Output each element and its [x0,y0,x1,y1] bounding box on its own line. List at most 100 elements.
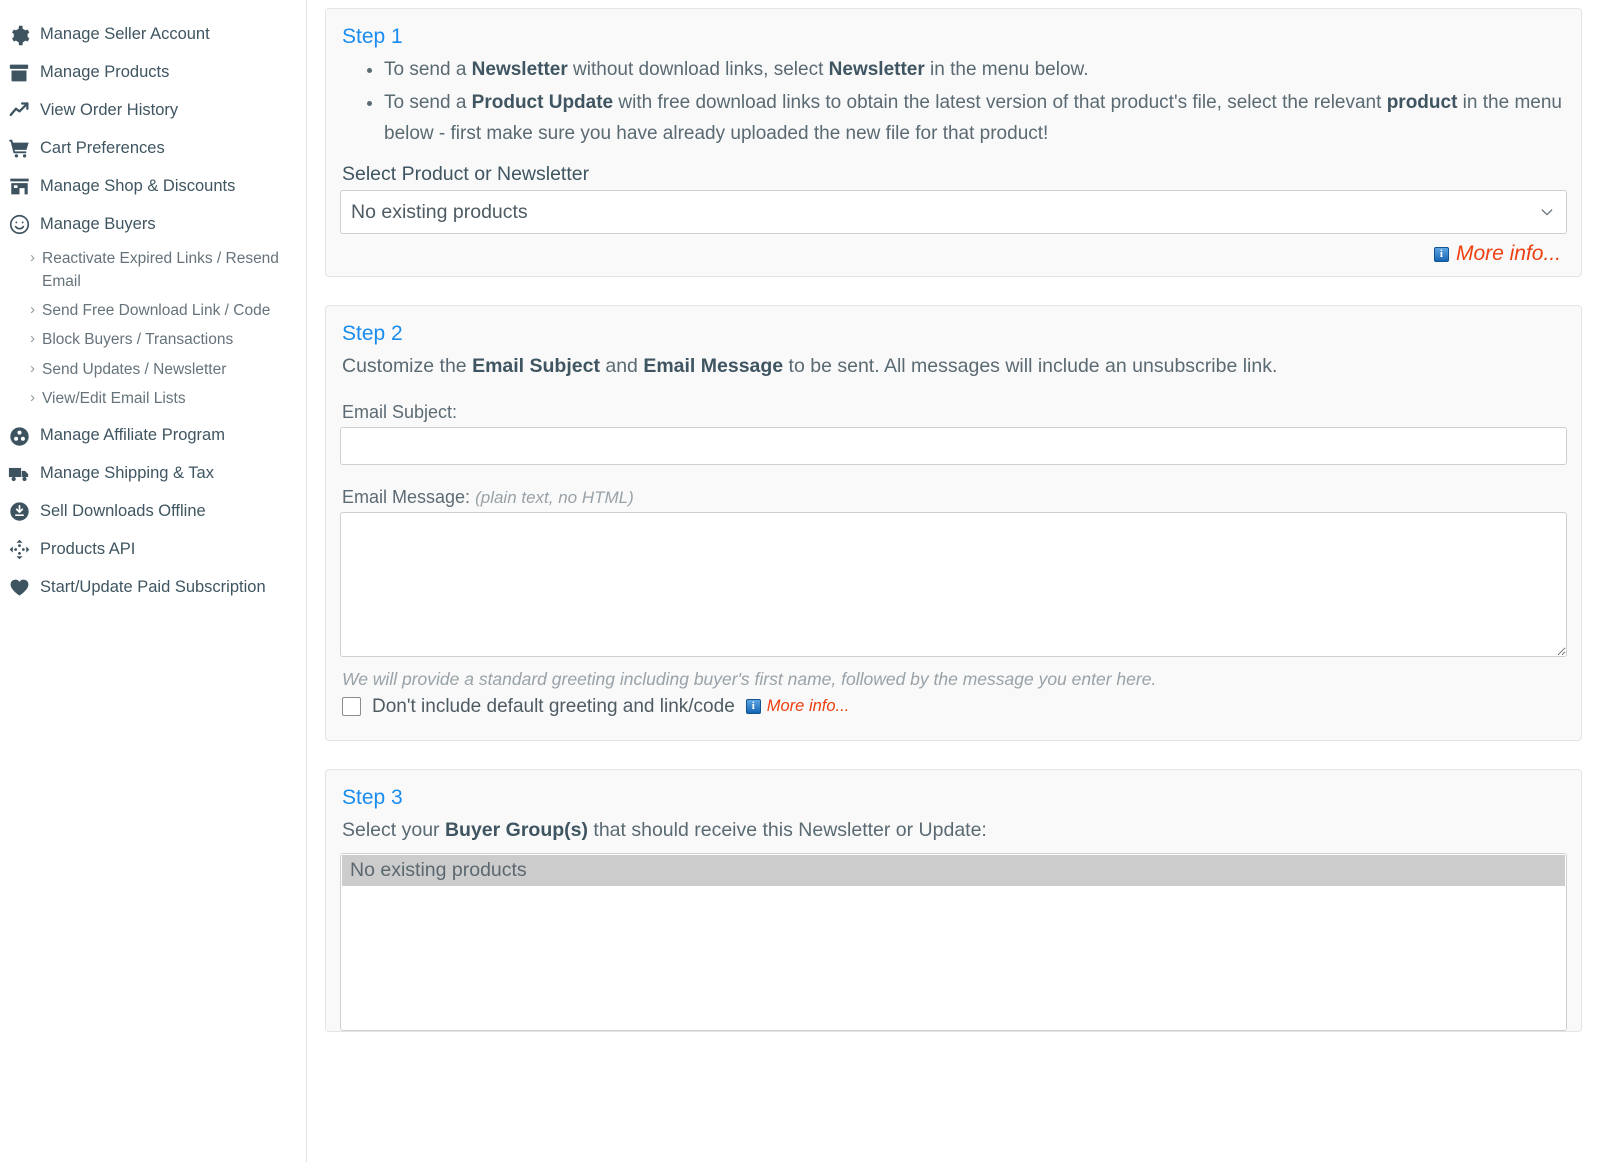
bullet-bold-product-update: Product Update [472,92,613,113]
sidebar-subitem-label: Send Updates / Newsletter [42,358,226,381]
page-root: Manage Seller Account Manage Products Vi… [0,0,1600,1162]
smiley-face-icon [8,214,30,236]
main-content: Step 1 To send a Newsletter without down… [307,0,1600,1162]
sidebar-item-label: Manage Buyers [40,213,156,237]
bullet-text-post: in the menu below. [925,59,1089,80]
info-icon: i [746,699,761,714]
sidebar-item-label: Manage Shop & Discounts [40,175,235,199]
more-info-label: More info... [767,697,850,716]
sidebar-item-label: Cart Preferences [40,137,165,161]
bullet-text-mid: without download links, select [568,59,829,80]
sidebar-item-reactivate-expired-links[interactable]: › Reactivate Expired Links / Resend Emai… [0,244,306,297]
email-message-label-text: Email Message: [342,487,470,507]
sidebar-item-start-update-paid-subscription[interactable]: Start/Update Paid Subscription [0,569,306,607]
sidebar-item-label: Manage Affiliate Program [40,424,225,448]
truck-icon [8,463,30,485]
desc-pre: Customize the [342,355,472,377]
bullet-text-pre: To send a [384,92,472,113]
no-default-greeting-checkbox[interactable] [342,697,361,716]
listbox-option-selected[interactable]: No existing products [342,855,1565,886]
sidebar-subitem-label: Block Buyers / Transactions [42,328,233,351]
step-1-panel: Step 1 To send a Newsletter without down… [325,8,1582,277]
no-default-greeting-row: Don't include default greeting and link/… [342,696,1567,718]
sidebar-item-label: Manage Shipping & Tax [40,462,214,486]
select-product-newsletter-label: Select Product or Newsletter [340,163,1567,186]
desc-mid: and [600,355,643,377]
api-nodes-icon [8,539,30,561]
sidebar-item-manage-seller-account[interactable]: Manage Seller Account [0,16,306,54]
step-1-bullet-newsletter: To send a Newsletter without download li… [384,55,1567,86]
sidebar-subitem-label: View/Edit Email Lists [42,387,186,410]
email-message-helper-text: We will provide a standard greeting incl… [342,669,1567,690]
desc-post: that should receive this Newsletter or U… [588,819,987,841]
select-product-newsletter-wrapper: No existing products [340,190,1567,234]
bullet-text-pre: To send a [384,59,472,80]
trending-up-icon [8,100,30,122]
sidebar-item-send-free-download-link[interactable]: › Send Free Download Link / Code [0,296,306,325]
archive-box-icon [8,62,30,84]
more-info-link-step2[interactable]: i More info... [746,697,850,716]
download-circle-icon [8,501,30,523]
sidebar-item-view-order-history[interactable]: View Order History [0,92,306,130]
sidebar-subitem-label: Reactivate Expired Links / Resend Email [42,247,296,294]
chevron-right-icon: › [30,328,35,350]
step-3-panel: Step 3 Select your Buyer Group(s) that s… [325,769,1582,1032]
gear-icon [8,24,30,46]
chevron-right-icon: › [30,358,35,380]
bullet-bold-newsletter-2: Newsletter [829,59,925,80]
sidebar-item-manage-affiliate-program[interactable]: Manage Affiliate Program [0,417,306,455]
step-3-title: Step 3 [340,786,1567,810]
sidebar-item-view-edit-email-lists[interactable]: › View/Edit Email Lists [0,384,306,413]
sidebar-item-label: Sell Downloads Offline [40,500,206,524]
heart-icon [8,577,30,599]
sidebar-item-manage-products[interactable]: Manage Products [0,54,306,92]
bullet-bold-newsletter: Newsletter [472,59,568,80]
sidebar-item-label: View Order History [40,99,178,123]
step-2-panel: Step 2 Customize the Email Subject and E… [325,305,1582,740]
desc-bold-email-subject: Email Subject [472,355,600,377]
affiliate-network-icon [8,425,30,447]
sidebar-item-sell-downloads-offline[interactable]: Sell Downloads Offline [0,493,306,531]
sidebar-item-label: Start/Update Paid Subscription [40,576,266,600]
step-2-title: Step 2 [340,322,1567,346]
sidebar-item-cart-preferences[interactable]: Cart Preferences [0,130,306,168]
step-1-more-info-row: i More info... [340,234,1567,266]
sidebar-item-manage-buyers[interactable]: Manage Buyers [0,206,306,244]
sidebar-item-block-buyers-transactions[interactable]: › Block Buyers / Transactions [0,325,306,354]
sidebar-subnav-manage-buyers: › Reactivate Expired Links / Resend Emai… [0,244,306,418]
sidebar-subitem-label: Send Free Download Link / Code [42,299,270,322]
desc-bold-email-message: Email Message [643,355,783,377]
sidebar-item-products-api[interactable]: Products API [0,531,306,569]
sidebar-item-label: Manage Products [40,61,169,85]
no-default-greeting-label[interactable]: Don't include default greeting and link/… [372,696,735,718]
select-product-newsletter[interactable]: No existing products [340,190,1567,234]
shopping-cart-icon [8,138,30,160]
storefront-icon [8,176,30,198]
sidebar-item-manage-shop-discounts[interactable]: Manage Shop & Discounts [0,168,306,206]
email-message-label: Email Message: (plain text, no HTML) [340,487,1567,508]
sidebar-item-label: Products API [40,538,135,562]
sidebar-item-label: Manage Seller Account [40,23,210,47]
info-icon: i [1434,247,1449,262]
sidebar-item-send-updates-newsletter[interactable]: › Send Updates / Newsletter [0,355,306,384]
step-1-instructions: To send a Newsletter without download li… [340,55,1567,149]
buyer-groups-listbox[interactable]: No existing products [340,853,1567,1031]
email-subject-input[interactable] [340,427,1567,465]
sidebar: Manage Seller Account Manage Products Vi… [0,0,307,1162]
bullet-text-mid: with free download links to obtain the l… [613,92,1387,113]
more-info-link-step1[interactable]: i More info... [1434,242,1561,266]
chevron-right-icon: › [30,299,35,321]
step-3-description: Select your Buyer Group(s) that should r… [342,816,1567,845]
desc-bold-buyer-groups: Buyer Group(s) [445,819,588,841]
chevron-right-icon: › [30,247,35,269]
desc-post: to be sent. All messages will include an… [783,355,1277,377]
step-1-title: Step 1 [340,25,1567,49]
desc-pre: Select your [342,819,445,841]
step-2-description: Customize the Email Subject and Email Me… [342,352,1567,381]
bullet-bold-product: product [1387,92,1458,113]
more-info-label: More info... [1456,242,1561,266]
email-message-textarea[interactable] [340,512,1567,657]
email-subject-label: Email Subject: [340,402,1567,423]
sidebar-item-manage-shipping-tax[interactable]: Manage Shipping & Tax [0,455,306,493]
chevron-right-icon: › [30,387,35,409]
